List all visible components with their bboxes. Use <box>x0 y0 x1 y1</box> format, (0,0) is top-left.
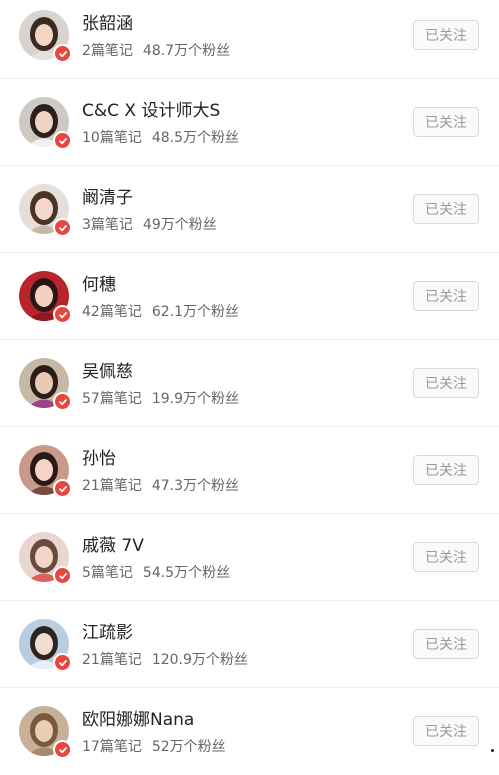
user-row[interactable]: 欧阳娜娜Nana 17篇笔记 52万个粉丝 已关注 <box>0 688 499 775</box>
page-dot <box>491 749 494 752</box>
fans-count: 52万个粉丝 <box>151 739 226 755</box>
user-stats: 42篇笔记 62.1万个粉丝 <box>82 301 239 321</box>
user-name[interactable]: 欧阳娜娜Nana <box>82 705 194 730</box>
notes-count: 57篇笔记 <box>82 391 142 407</box>
fans-count: 48.7万个粉丝 <box>142 43 231 59</box>
user-row[interactable]: 阚清子 3篇笔记 49万个粉丝 已关注 <box>0 166 499 253</box>
user-row[interactable]: 孙怡 21篇笔记 47.3万个粉丝 已关注 <box>0 427 499 514</box>
user-name[interactable]: 江疏影 <box>82 618 133 643</box>
user-name[interactable]: C&C X 设计师大S <box>82 96 220 121</box>
notes-count: 2篇笔记 <box>82 43 133 59</box>
notes-count: 21篇笔记 <box>82 652 142 668</box>
verified-icon <box>53 131 72 150</box>
verified-icon <box>53 479 72 498</box>
user-row[interactable]: 张韶涵 2篇笔记 48.7万个粉丝 已关注 <box>0 0 499 79</box>
verified-icon <box>53 218 72 237</box>
user-stats: 2篇笔记 48.7万个粉丝 <box>82 40 230 60</box>
notes-count: 3篇笔记 <box>82 217 133 233</box>
user-stats: 10篇笔记 48.5万个粉丝 <box>82 127 239 147</box>
fans-count: 54.5万个粉丝 <box>142 565 231 581</box>
user-stats: 21篇笔记 120.9万个粉丝 <box>82 649 248 669</box>
following-button[interactable]: 已关注 <box>413 281 479 311</box>
following-button[interactable]: 已关注 <box>413 716 479 746</box>
verified-icon <box>53 44 72 63</box>
user-name[interactable]: 孙怡 <box>82 444 116 469</box>
user-row[interactable]: 吴佩慈 57篇笔记 19.9万个粉丝 已关注 <box>0 340 499 427</box>
notes-count: 5篇笔记 <box>82 565 133 581</box>
verified-icon <box>53 566 72 585</box>
fans-count: 62.1万个粉丝 <box>151 304 239 320</box>
user-stats: 5篇笔记 54.5万个粉丝 <box>82 562 230 582</box>
fans-count: 19.9万个粉丝 <box>151 391 239 407</box>
user-name[interactable]: 吴佩慈 <box>82 357 133 382</box>
following-button[interactable]: 已关注 <box>413 368 479 398</box>
fans-count: 120.9万个粉丝 <box>151 652 248 668</box>
user-row[interactable]: C&C X 设计师大S 10篇笔记 48.5万个粉丝 已关注 <box>0 79 499 166</box>
verified-icon <box>53 392 72 411</box>
following-button[interactable]: 已关注 <box>413 455 479 485</box>
following-list: 张韶涵 2篇笔记 48.7万个粉丝 已关注 C&C X 设计师大S 10篇笔记 48.5万个… <box>0 0 499 775</box>
user-name[interactable]: 何穗 <box>82 270 116 295</box>
notes-count: 42篇笔记 <box>82 304 142 320</box>
user-name[interactable]: 阚清子 <box>82 183 133 208</box>
verified-icon <box>53 740 72 759</box>
fans-count: 49万个粉丝 <box>142 217 217 233</box>
following-button[interactable]: 已关注 <box>413 542 479 572</box>
fans-count: 47.3万个粉丝 <box>151 478 239 494</box>
user-row[interactable]: 何穗 42篇笔记 62.1万个粉丝 已关注 <box>0 253 499 340</box>
notes-count: 17篇笔记 <box>82 739 142 755</box>
user-stats: 3篇笔记 49万个粉丝 <box>82 214 217 234</box>
verified-icon <box>53 653 72 672</box>
following-button[interactable]: 已关注 <box>413 107 479 137</box>
following-button[interactable]: 已关注 <box>413 20 479 50</box>
user-stats: 21篇笔记 47.3万个粉丝 <box>82 475 239 495</box>
notes-count: 10篇笔记 <box>82 130 142 146</box>
following-button[interactable]: 已关注 <box>413 194 479 224</box>
user-stats: 57篇笔记 19.9万个粉丝 <box>82 388 239 408</box>
user-stats: 17篇笔记 52万个粉丝 <box>82 736 226 756</box>
following-button[interactable]: 已关注 <box>413 629 479 659</box>
user-row[interactable]: 江疏影 21篇笔记 120.9万个粉丝 已关注 <box>0 601 499 688</box>
user-name[interactable]: 张韶涵 <box>82 9 133 34</box>
user-row[interactable]: 戚薇 7V 5篇笔记 54.5万个粉丝 已关注 <box>0 514 499 601</box>
fans-count: 48.5万个粉丝 <box>151 130 239 146</box>
notes-count: 21篇笔记 <box>82 478 142 494</box>
verified-icon <box>53 305 72 324</box>
user-name[interactable]: 戚薇 7V <box>82 531 144 556</box>
